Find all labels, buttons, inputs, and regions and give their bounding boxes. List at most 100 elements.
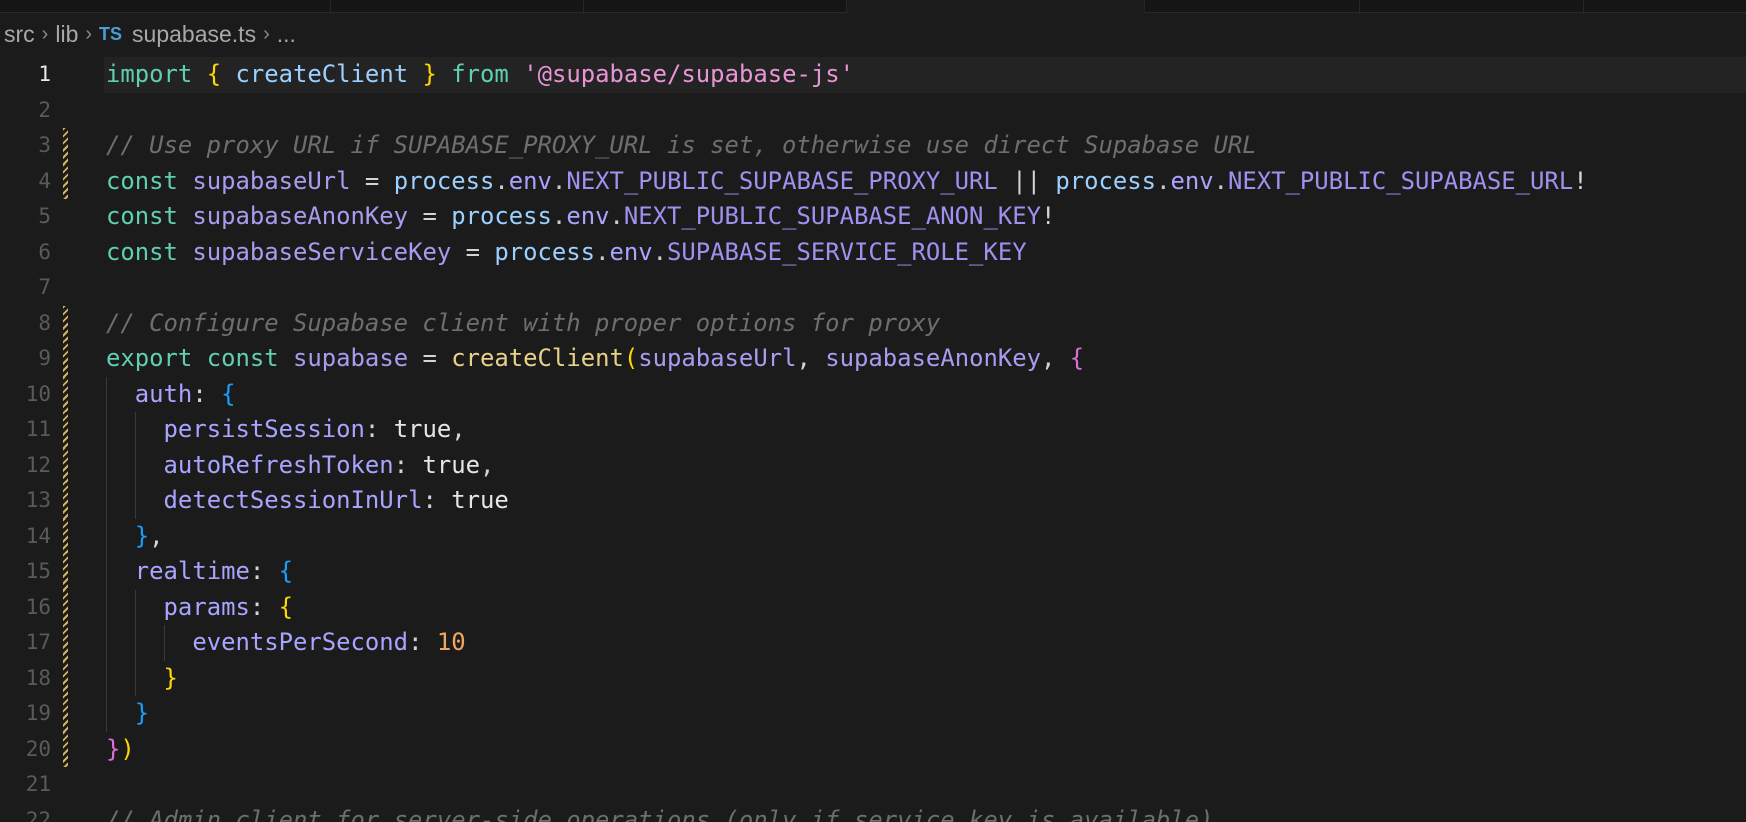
code-token-prop: eventsPerSecond [192, 628, 409, 656]
code-token-op: , [1041, 344, 1070, 372]
code-text: const supabaseServiceKey = process.env.S… [104, 235, 1746, 271]
code-token-op [106, 451, 164, 479]
line-number: 18 [25, 665, 51, 690]
line-number: 22 [25, 807, 51, 822]
code-token-punc: . [1156, 166, 1171, 195]
code-token-op: , [149, 521, 164, 550]
code-line[interactable]: 7 [0, 270, 1746, 306]
code-token-op: = [408, 202, 452, 230]
editor-tab[interactable] [331, 0, 584, 12]
line-number: 12 [25, 452, 51, 477]
code-line[interactable]: 10 auth: { [0, 376, 1746, 412]
git-modified-indicator[interactable] [63, 625, 68, 661]
code-line[interactable]: 8 // Configure Supabase client with prope… [0, 305, 1746, 341]
git-modified-indicator[interactable] [63, 518, 68, 554]
code-line[interactable]: 11 persistSession: true, [0, 412, 1746, 448]
code-token-prop: realtime [134, 557, 250, 585]
breadcrumb-src[interactable]: src [4, 21, 35, 48]
code-token-b3: } [134, 521, 150, 550]
code-token-prop: env [1170, 166, 1214, 195]
code-token-op [192, 344, 206, 372]
code-line[interactable]: 14 }, [0, 518, 1746, 554]
code-token-obj: process [451, 202, 552, 230]
breadcrumb-lib[interactable]: lib [55, 21, 78, 48]
git-modified-indicator[interactable] [63, 660, 68, 696]
breadcrumb-symbols[interactable]: ... [277, 21, 296, 48]
code-line[interactable]: 2 [0, 93, 1746, 129]
git-modified-indicator[interactable] [63, 589, 68, 625]
editor-tab[interactable] [584, 0, 847, 12]
code-token-op: : [408, 628, 437, 656]
line-number: 8 [38, 310, 51, 335]
code-token-prop: auth [134, 379, 193, 408]
code-token-op: : [364, 415, 394, 443]
code-text: import { createClient } from '@supabase/… [104, 57, 1746, 93]
code-line[interactable]: 12 autoRefreshToken: true, [0, 447, 1746, 483]
code-line[interactable]: 19 } [0, 696, 1746, 732]
line-number: 6 [38, 239, 51, 264]
code-token-prop: persistSession [163, 415, 365, 443]
code-token-op [178, 167, 192, 195]
code-token-num: 10 [436, 628, 466, 656]
code-line[interactable]: 1 import { createClient } from '@supabase… [0, 57, 1746, 93]
code-line[interactable]: 18 } [0, 660, 1746, 696]
git-modified-indicator[interactable] [63, 412, 68, 448]
git-modified-indicator[interactable] [63, 554, 68, 590]
code-editor[interactable]: 1 import { createClient } from '@supabase… [0, 57, 1746, 822]
code-token-cm: // Admin client for server-side operatio… [106, 805, 1214, 822]
code-token-op: : [192, 379, 222, 408]
code-token-op: : [249, 592, 279, 621]
code-line[interactable]: 6 const supabaseServiceKey = process.env.… [0, 235, 1746, 271]
code-text: // Use proxy URL if SUPABASE_PROXY_URL i… [104, 128, 1746, 164]
code-token-op [178, 238, 192, 266]
editor-tab[interactable] [1360, 0, 1584, 12]
git-modified-indicator[interactable] [63, 163, 68, 199]
code-line[interactable]: 5 const supabaseAnonKey = process.env.NEX… [0, 199, 1746, 235]
git-modified-indicator[interactable] [63, 731, 68, 767]
code-token-var: supabaseUrl [192, 166, 351, 195]
code-line[interactable]: 17 eventsPerSecond: 10 [0, 625, 1746, 661]
git-modified-indicator[interactable] [63, 128, 68, 164]
code-token-str: '@supabase/supabase-js' [523, 60, 855, 88]
code-token-op [192, 60, 206, 88]
editor-tab[interactable] [1584, 0, 1746, 12]
code-line[interactable]: 22 // Admin client for server-side operat… [0, 803, 1746, 822]
editor-tab[interactable] [1145, 0, 1360, 12]
git-modified-indicator[interactable] [63, 305, 68, 341]
code-token-var: supabase [293, 344, 409, 372]
code-token-var: supabaseAnonKey [825, 344, 1042, 372]
code-line[interactable]: 4 const supabaseUrl = process.env.NEXT_PU… [0, 163, 1746, 199]
git-modified-indicator[interactable] [63, 447, 68, 483]
git-modified-indicator[interactable] [63, 483, 68, 519]
line-number: 11 [25, 417, 51, 441]
line-number: 16 [25, 594, 51, 619]
code-token-prop: env [508, 166, 552, 195]
code-text: persistSession: true, [104, 412, 1746, 448]
code-line[interactable]: 16 params: { [0, 589, 1746, 625]
code-line[interactable]: 3 // Use proxy URL if SUPABASE_PROXY_URL … [0, 128, 1746, 164]
code-token-lit: true [451, 486, 509, 514]
code-line[interactable]: 13 detectSessionInUrl: true [0, 483, 1746, 519]
code-token-fn: createClient [451, 344, 624, 372]
git-modified-indicator[interactable] [63, 376, 68, 412]
code-token-op [106, 486, 164, 514]
code-token-obj: process [1055, 166, 1157, 195]
code-line[interactable]: 21 [0, 767, 1746, 803]
code-token-cm: // Use proxy URL if SUPABASE_PROXY_URL i… [106, 131, 1257, 159]
editor-tab-active[interactable] [847, 0, 1145, 13]
code-line[interactable]: 9 export const supabase = createClient(su… [0, 341, 1746, 377]
line-number: 13 [25, 488, 51, 512]
code-line[interactable]: 15 realtime: { [0, 554, 1746, 590]
code-token-op [437, 60, 451, 88]
code-text: } [104, 696, 1746, 732]
breadcrumb-file[interactable]: supabase.ts [132, 21, 256, 48]
editor-tab[interactable] [0, 0, 331, 12]
line-number: 14 [25, 523, 51, 548]
line-number: 7 [38, 275, 51, 299]
breadcrumb: src › lib › TS supabase.ts › ... [4, 14, 296, 54]
code-line[interactable]: 20}) [0, 731, 1746, 767]
git-modified-indicator[interactable] [63, 341, 68, 377]
git-modified-indicator[interactable] [63, 696, 68, 732]
